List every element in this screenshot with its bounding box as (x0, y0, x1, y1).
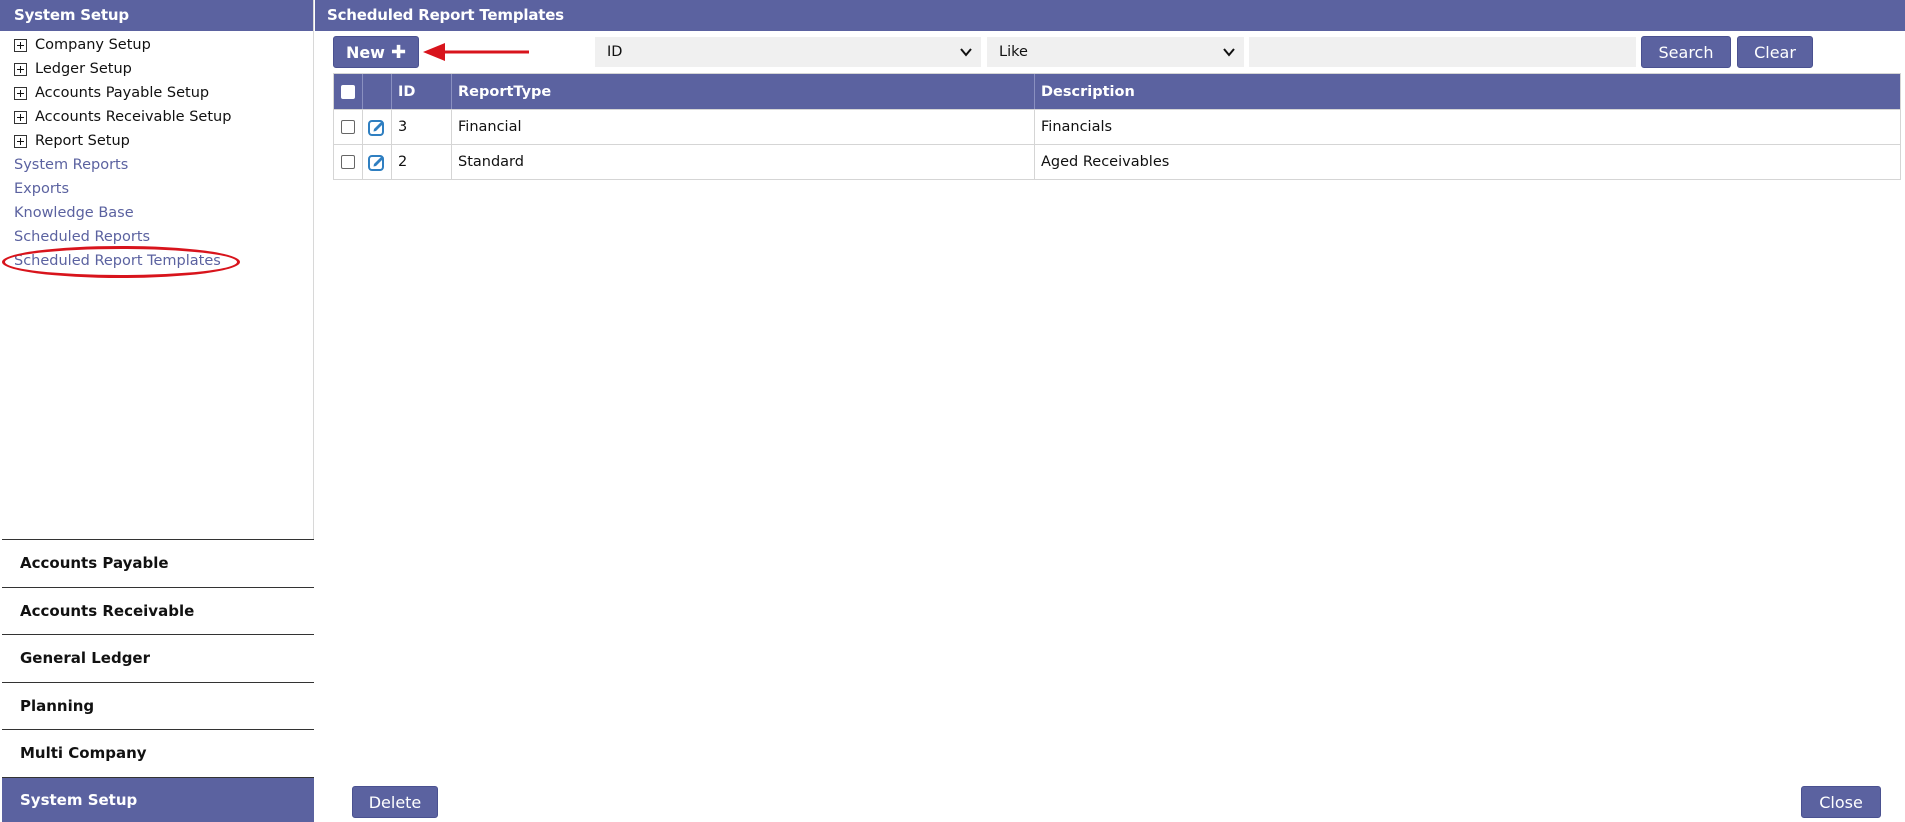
nav-planning[interactable]: Planning (2, 681, 314, 729)
row-checkbox-cell (334, 110, 363, 144)
header-checkbox-cell (334, 74, 363, 109)
field-select[interactable]: ID (595, 37, 981, 67)
field-select-value: ID (607, 44, 623, 60)
link-exports[interactable]: Exports (0, 177, 313, 201)
tree-item-label: Ledger Setup (35, 61, 132, 77)
tree-item-label: Accounts Payable Setup (35, 85, 210, 101)
search-button[interactable]: Search (1641, 36, 1731, 68)
page-title: Scheduled Report Templates (315, 0, 1905, 31)
cell-report-type: Financial (452, 110, 1035, 144)
row-checkbox[interactable] (341, 155, 355, 169)
expand-icon[interactable] (14, 110, 27, 124)
sidebar: System Setup Company Setup Ledger Setup … (0, 0, 314, 822)
edit-icon[interactable] (367, 152, 387, 172)
row-edit-cell (363, 145, 392, 179)
expand-icon[interactable] (14, 134, 27, 148)
edit-icon[interactable] (367, 117, 387, 137)
table-row: 3 Financial Financials (334, 109, 1900, 144)
row-checkbox[interactable] (341, 120, 355, 134)
link-scheduled-reports[interactable]: Scheduled Reports (0, 225, 313, 249)
expand-icon[interactable] (14, 38, 27, 52)
operator-select-value: Like (999, 44, 1028, 60)
tree-item-label: Report Setup (35, 133, 130, 149)
delete-button[interactable]: Delete (352, 786, 438, 818)
table-row: 2 Standard Aged Receivables (334, 144, 1900, 179)
column-header-id[interactable]: ID (392, 74, 452, 109)
nav-system-setup[interactable]: System Setup (2, 776, 314, 822)
tree-item-company-setup[interactable]: Company Setup (0, 33, 313, 57)
annotation-arrow-icon (423, 43, 529, 61)
plus-icon: ✚ (390, 41, 407, 63)
expand-icon[interactable] (14, 86, 27, 100)
link-knowledge-base[interactable]: Knowledge Base (0, 201, 313, 225)
chevron-down-icon (1223, 48, 1235, 57)
table-header: ID ReportType Description (334, 74, 1900, 109)
cell-description: Financials (1041, 119, 1113, 135)
tree-item-label: Company Setup (35, 37, 151, 53)
tree-item-label: Accounts Receivable Setup (35, 109, 232, 125)
row-checkbox-cell (334, 145, 363, 179)
cell-description: Aged Receivables (1041, 154, 1170, 170)
tree-item-ledger-setup[interactable]: Ledger Setup (0, 57, 313, 81)
select-all-checkbox[interactable] (341, 84, 355, 99)
chevron-down-icon (960, 48, 972, 57)
search-input[interactable] (1249, 37, 1636, 67)
tree-item-report-setup[interactable]: Report Setup (0, 129, 313, 153)
row-edit-cell (363, 110, 392, 144)
cell-id: 2 (392, 145, 452, 179)
header-edit-cell (363, 74, 392, 109)
operator-select[interactable]: Like (987, 37, 1244, 67)
sidebar-tree: Company Setup Ledger Setup Accounts Paya… (0, 31, 313, 273)
cell-id: 3 (392, 110, 452, 144)
nav-accounts-receivable[interactable]: Accounts Receivable (2, 586, 314, 634)
link-scheduled-report-templates[interactable]: Scheduled Report Templates (0, 249, 313, 273)
tree-item-accounts-receivable-setup[interactable]: Accounts Receivable Setup (0, 105, 313, 129)
expand-icon[interactable] (14, 62, 27, 76)
column-header-report-type[interactable]: ReportType (452, 74, 1035, 109)
module-nav: Accounts Payable Accounts Receivable Gen… (2, 539, 314, 822)
clear-button[interactable]: Clear (1737, 36, 1813, 68)
nav-general-ledger[interactable]: General Ledger (2, 634, 314, 682)
close-button[interactable]: Close (1801, 786, 1881, 818)
nav-accounts-payable[interactable]: Accounts Payable (2, 539, 314, 587)
sidebar-title: System Setup (0, 0, 313, 31)
cell-report-type: Standard (452, 145, 1035, 179)
main-panel: Scheduled Report Templates New ✚ ID Like… (315, 0, 1905, 822)
nav-multi-company[interactable]: Multi Company (2, 729, 314, 777)
column-header-description[interactable]: Description (1035, 74, 1900, 109)
templates-table: ID ReportType Description 3 Financial Fi… (333, 73, 1901, 180)
new-button[interactable]: New ✚ (333, 36, 419, 68)
link-system-reports[interactable]: System Reports (0, 153, 313, 177)
tree-item-accounts-payable-setup[interactable]: Accounts Payable Setup (0, 81, 313, 105)
toolbar: New ✚ ID Like Search Clear (315, 31, 1905, 73)
new-button-label: New (345, 42, 385, 62)
